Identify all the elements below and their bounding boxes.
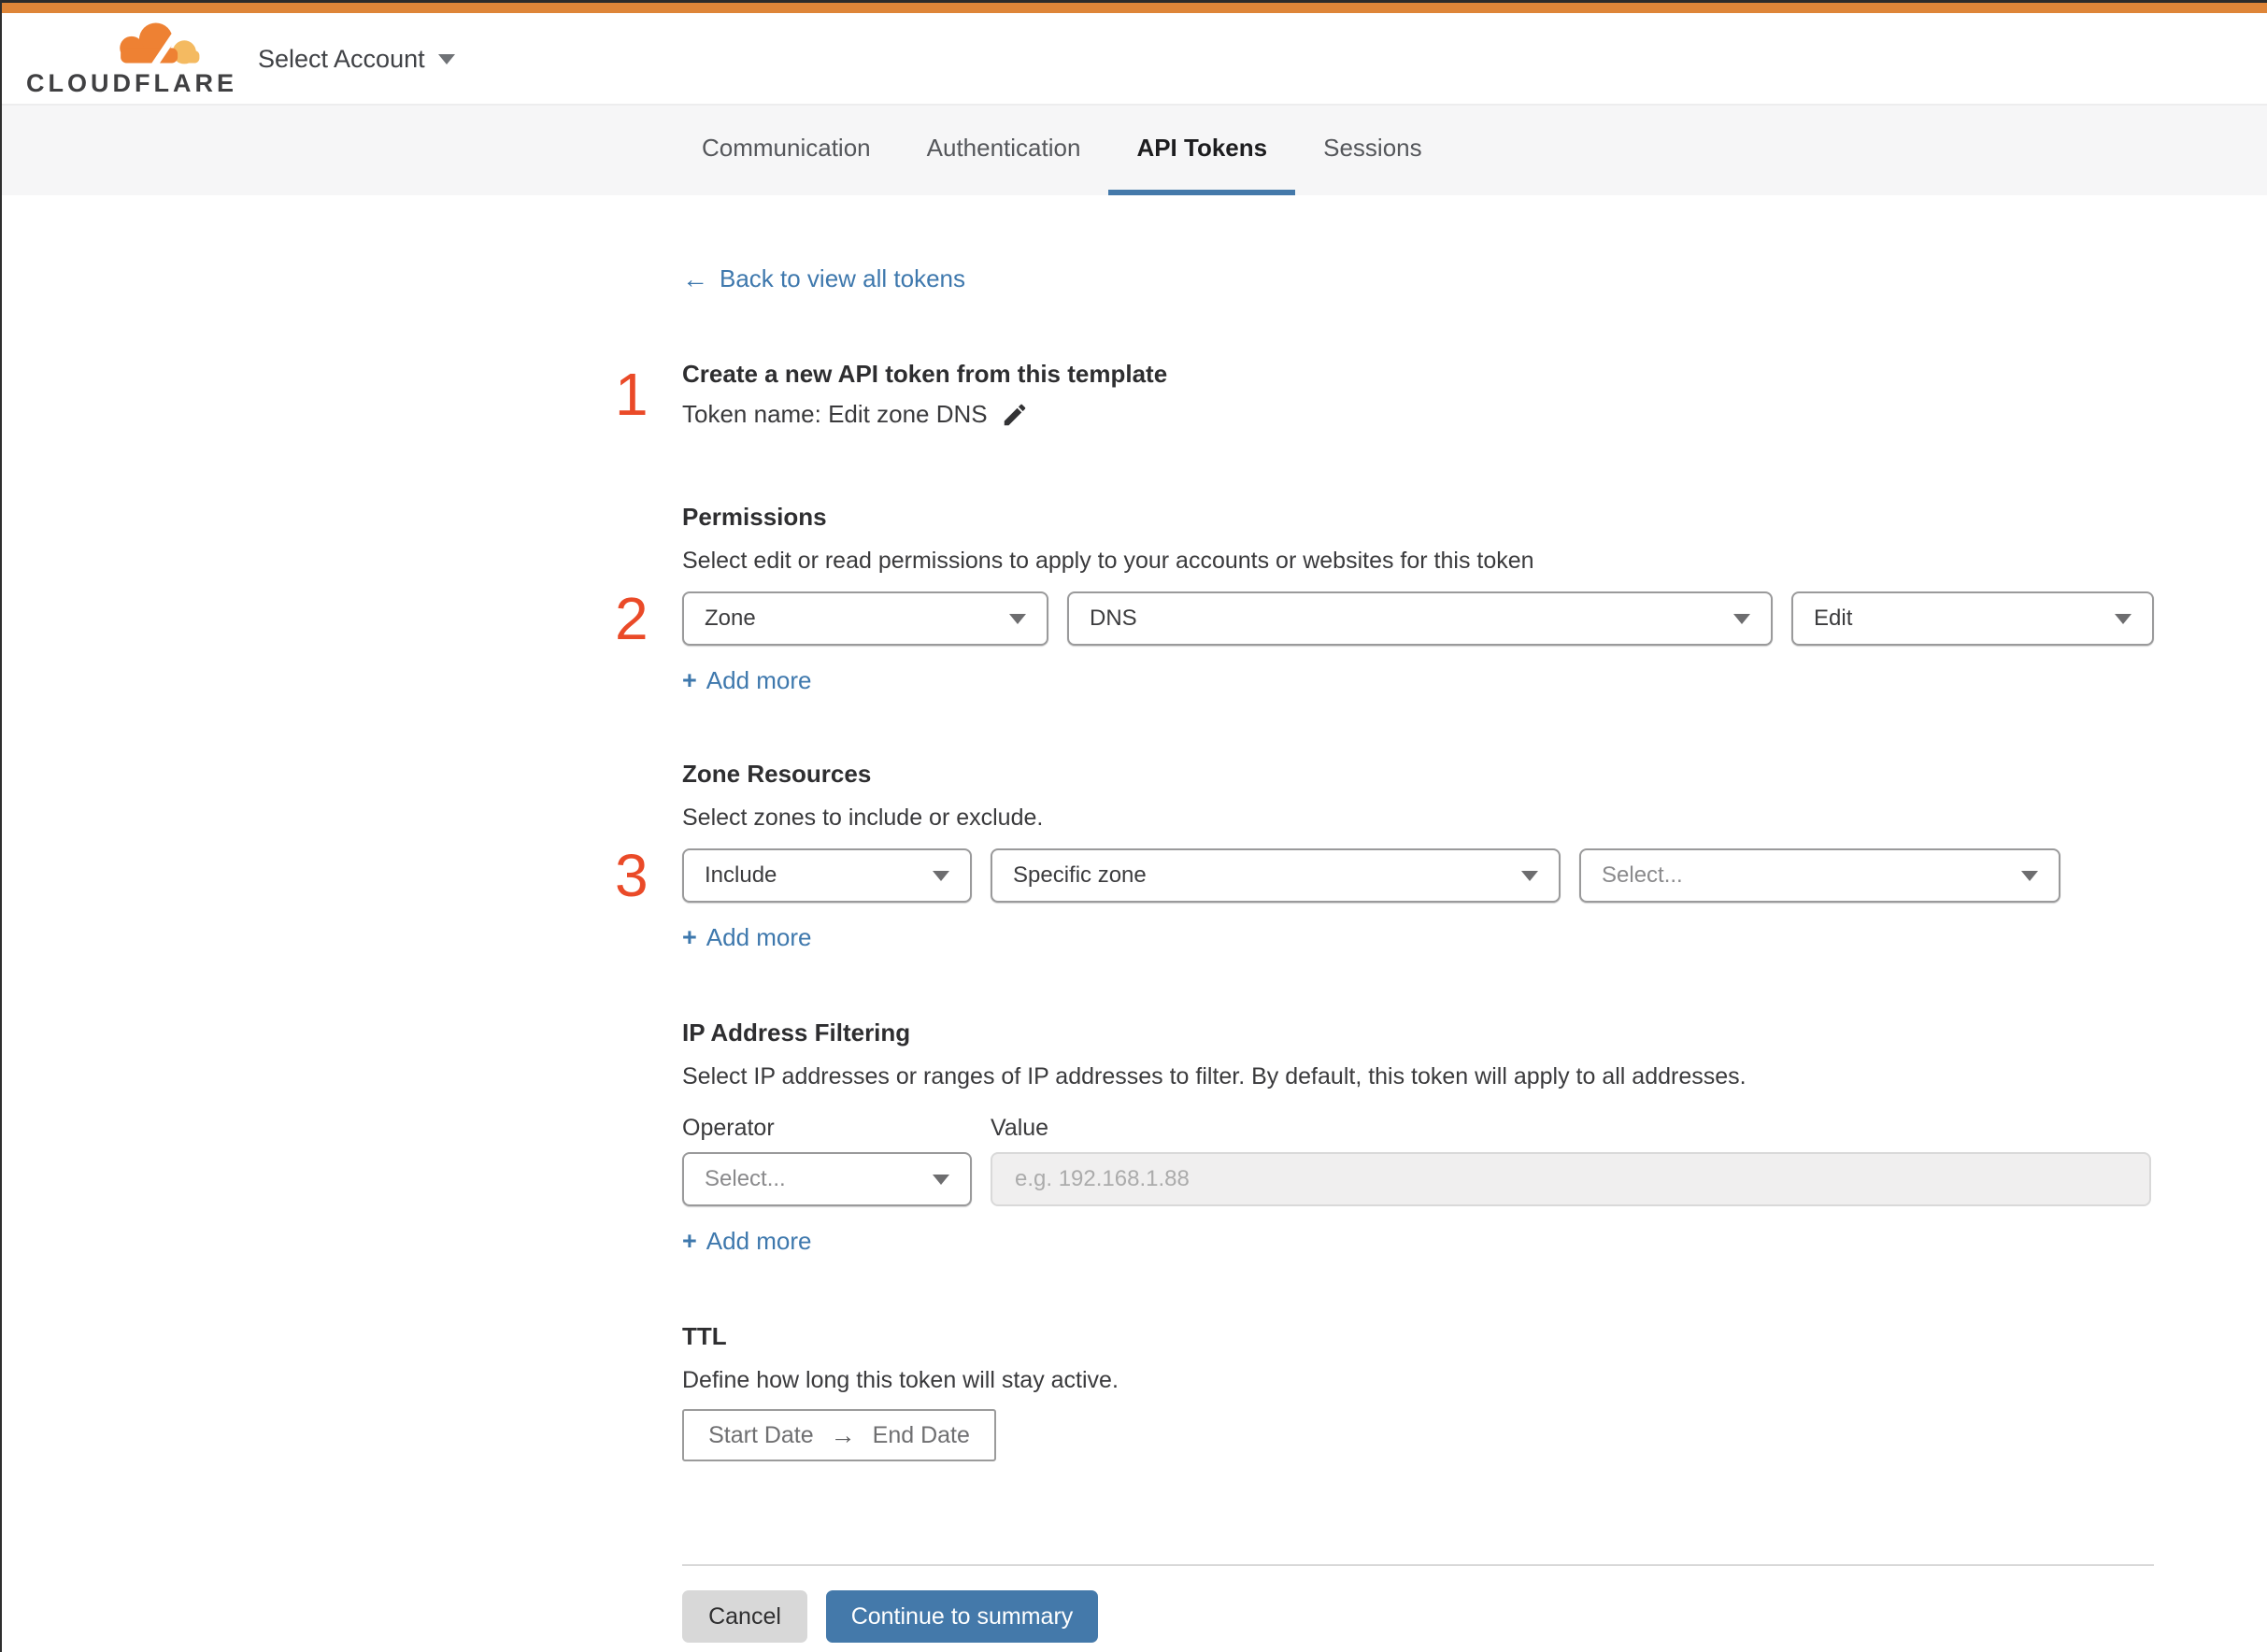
permissions-title: Permissions — [682, 503, 827, 531]
add-more-label: Add more — [706, 666, 812, 694]
footer-actions: Cancel Continue to summary — [682, 1590, 2154, 1643]
template-section-title: Create a new API token from this templat… — [682, 360, 1168, 388]
select-value: Edit — [1814, 605, 1853, 631]
ip-filtering-add-more-link[interactable]: + Add more — [682, 1227, 812, 1256]
tab-list: Communication Authentication API Tokens … — [674, 106, 1450, 195]
chevron-down-icon — [2115, 613, 2132, 624]
back-arrow-icon: ← — [682, 263, 708, 293]
select-value: Include — [705, 862, 777, 888]
zone-mode-select[interactable]: Include — [682, 848, 972, 903]
tab-authentication[interactable]: Authentication — [899, 106, 1109, 195]
ttl-date-range-picker[interactable]: Start Date → End Date — [682, 1409, 996, 1461]
step-number-1: 1 — [615, 360, 649, 428]
start-date-label: Start Date — [708, 1421, 814, 1448]
ip-value-input[interactable] — [991, 1152, 2151, 1206]
select-value: Specific zone — [1013, 862, 1147, 888]
step-number-3: 3 — [615, 842, 649, 909]
step-number-2: 2 — [615, 585, 649, 652]
tab-label: API Tokens — [1136, 133, 1268, 162]
arrow-right-icon: → — [830, 1420, 856, 1449]
permission-scope-select[interactable]: Zone — [682, 591, 1048, 646]
select-value: Zone — [705, 605, 756, 631]
footer-divider — [682, 1564, 2154, 1566]
tab-communication[interactable]: Communication — [674, 106, 899, 195]
main-content: ← Back to view all tokens 1 Create a new… — [0, 195, 2267, 1643]
tab-label: Sessions — [1323, 133, 1422, 162]
add-more-label: Add more — [706, 923, 812, 951]
tab-bar: Communication Authentication API Tokens … — [0, 106, 2267, 195]
select-value: DNS — [1090, 605, 1137, 631]
permissions-add-more-link[interactable]: + Add more — [682, 666, 812, 695]
ttl-title: TTL — [682, 1322, 727, 1350]
window-left-edge — [0, 0, 2, 1652]
chevron-down-icon — [437, 54, 455, 64]
chevron-down-icon — [1521, 870, 1538, 881]
token-name-text: Token name: Edit zone DNS — [682, 400, 988, 428]
value-label: Value — [991, 1115, 1049, 1141]
cloudflare-cloud-icon — [120, 19, 200, 67]
cloudflare-wordmark: CLOUDFLARE — [26, 69, 237, 97]
zone-picker-select[interactable]: Select... — [1579, 848, 2060, 903]
account-selector-label: Select Account — [258, 45, 425, 73]
back-link-label: Back to view all tokens — [720, 264, 966, 292]
plus-icon: + — [682, 1227, 697, 1255]
zone-resources-add-more-link[interactable]: + Add more — [682, 923, 812, 952]
account-selector[interactable]: Select Account — [258, 13, 455, 106]
chevron-down-icon — [2021, 870, 2038, 881]
chevron-down-icon — [1733, 613, 1750, 624]
continue-to-summary-button[interactable]: Continue to summary — [826, 1590, 1098, 1643]
add-more-label: Add more — [706, 1227, 812, 1255]
ttl-description: Define how long this token will stay act… — [682, 1367, 1119, 1393]
chevron-down-icon — [933, 1174, 949, 1185]
window-top-edge — [0, 0, 2267, 3]
permissions-description: Select edit or read permissions to apply… — [682, 548, 1534, 574]
ip-filtering-description: Select IP addresses or ranges of IP addr… — [682, 1063, 1747, 1089]
chevron-down-icon — [933, 870, 949, 881]
tab-label: Authentication — [926, 133, 1081, 162]
plus-icon: + — [682, 923, 697, 951]
ip-operator-select[interactable]: Select... — [682, 1152, 972, 1206]
zone-resources-section: Zone Resources Select zones to include o… — [615, 759, 2154, 952]
permission-access-select[interactable]: Edit — [1791, 591, 2154, 646]
zone-resources-description: Select zones to include or exclude. — [682, 805, 1044, 831]
ttl-section: TTL Define how long this token will stay… — [682, 1321, 2154, 1461]
ip-filtering-title: IP Address Filtering — [682, 1018, 911, 1047]
tab-api-tokens[interactable]: API Tokens — [1108, 106, 1296, 195]
cloudflare-logo[interactable]: CLOUDFLARE — [26, 19, 237, 98]
tab-label: Communication — [702, 133, 871, 162]
permission-service-select[interactable]: DNS — [1067, 591, 1773, 646]
ip-filtering-section: IP Address Filtering Select IP addresses… — [682, 1018, 2154, 1256]
operator-label: Operator — [682, 1115, 775, 1141]
plus-icon: + — [682, 666, 697, 694]
edit-pencil-icon[interactable] — [1001, 401, 1029, 429]
zone-resources-title: Zone Resources — [682, 760, 872, 788]
zone-type-select[interactable]: Specific zone — [991, 848, 1561, 903]
token-template-section: 1 Create a new API token from this templ… — [615, 359, 2154, 429]
cancel-button[interactable]: Cancel — [682, 1590, 807, 1643]
back-to-tokens-link[interactable]: ← Back to view all tokens — [682, 264, 965, 293]
chevron-down-icon — [1009, 613, 1026, 624]
permissions-section: Permissions Select edit or read permissi… — [615, 502, 2154, 695]
end-date-label: End Date — [872, 1421, 970, 1448]
app-header: CLOUDFLARE Select Account — [0, 13, 2267, 106]
tab-sessions[interactable]: Sessions — [1295, 106, 1450, 195]
select-placeholder: Select... — [705, 1166, 786, 1191]
select-placeholder: Select... — [1602, 862, 1683, 888]
